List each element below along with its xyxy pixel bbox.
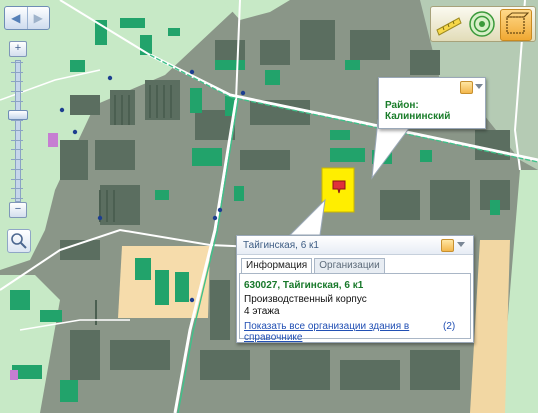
zoom-tick (11, 188, 23, 190)
zoom-tick (11, 91, 23, 93)
zoom-tick (11, 139, 23, 141)
zoom-tick (11, 198, 23, 199)
zoom-tick (11, 100, 23, 102)
zoom-tick (11, 159, 23, 161)
zoom-tick (11, 81, 23, 83)
select-area-button[interactable] (500, 9, 532, 41)
pin-icon[interactable] (441, 239, 454, 252)
arrow-right-icon: ▶ (33, 11, 43, 25)
zoom-tick (11, 149, 23, 151)
building-floors: 4 этажа (244, 306, 280, 317)
map-base-layer (0, 0, 538, 413)
popup-header: Тайгинская, 6 к1 (237, 236, 473, 255)
forward-button[interactable]: ▶ (26, 7, 50, 29)
show-organizations-link[interactable]: Показать все организации здания в справо… (244, 321, 470, 343)
popup-tabs: Информация Организации (241, 258, 387, 274)
ruler-button[interactable] (434, 9, 464, 39)
organizations-count: (2) (443, 321, 456, 332)
building-type: Производственный корпус (244, 294, 367, 305)
district-name: Район: Калининский (385, 100, 451, 122)
tab-organizations[interactable]: Организации (314, 258, 385, 273)
arrow-left-icon: ◀ (11, 11, 21, 25)
zoom-out-button[interactable]: − (9, 202, 27, 218)
magnifier-button[interactable] (7, 229, 31, 253)
radar-icon (469, 11, 495, 37)
zoom-tick (11, 130, 23, 131)
pin-icon[interactable] (460, 81, 473, 94)
back-button[interactable]: ◀ (5, 7, 27, 29)
popup-menu-icon[interactable] (457, 242, 465, 247)
magnifier-icon (11, 233, 27, 249)
building-marker-icon[interactable] (332, 180, 346, 194)
building-address: 630027, Тайгинская, 6 к1 (244, 280, 364, 291)
zoom-tick (11, 178, 23, 180)
radar-button[interactable] (467, 9, 497, 39)
zoom-tick (11, 71, 23, 73)
district-popup: Район: Калининский (378, 77, 486, 129)
zoom-tick (11, 120, 23, 122)
building-popup: Тайгинская, 6 к1 Информация Организации … (236, 235, 474, 343)
history-nav: ◀ ▶ (4, 6, 50, 30)
map-toolbar (430, 6, 536, 42)
zoom-in-button[interactable]: + (9, 41, 27, 57)
select-box-icon (505, 12, 530, 34)
zoom-tick (11, 62, 23, 63)
map-canvas[interactable]: ◀ ▶ + − Район: Калининский Тайгинская, 6… (0, 0, 538, 413)
popup-body: 630027, Тайгинская, 6 к1 Производственны… (239, 273, 471, 343)
popup-title: Тайгинская, 6 к1 (243, 240, 319, 251)
ruler-icon (436, 17, 462, 36)
tab-information[interactable]: Информация (241, 258, 313, 274)
zoom-tick (11, 168, 23, 170)
zoom-slider-thumb[interactable] (8, 110, 28, 121)
popup-menu-icon[interactable] (475, 84, 483, 89)
